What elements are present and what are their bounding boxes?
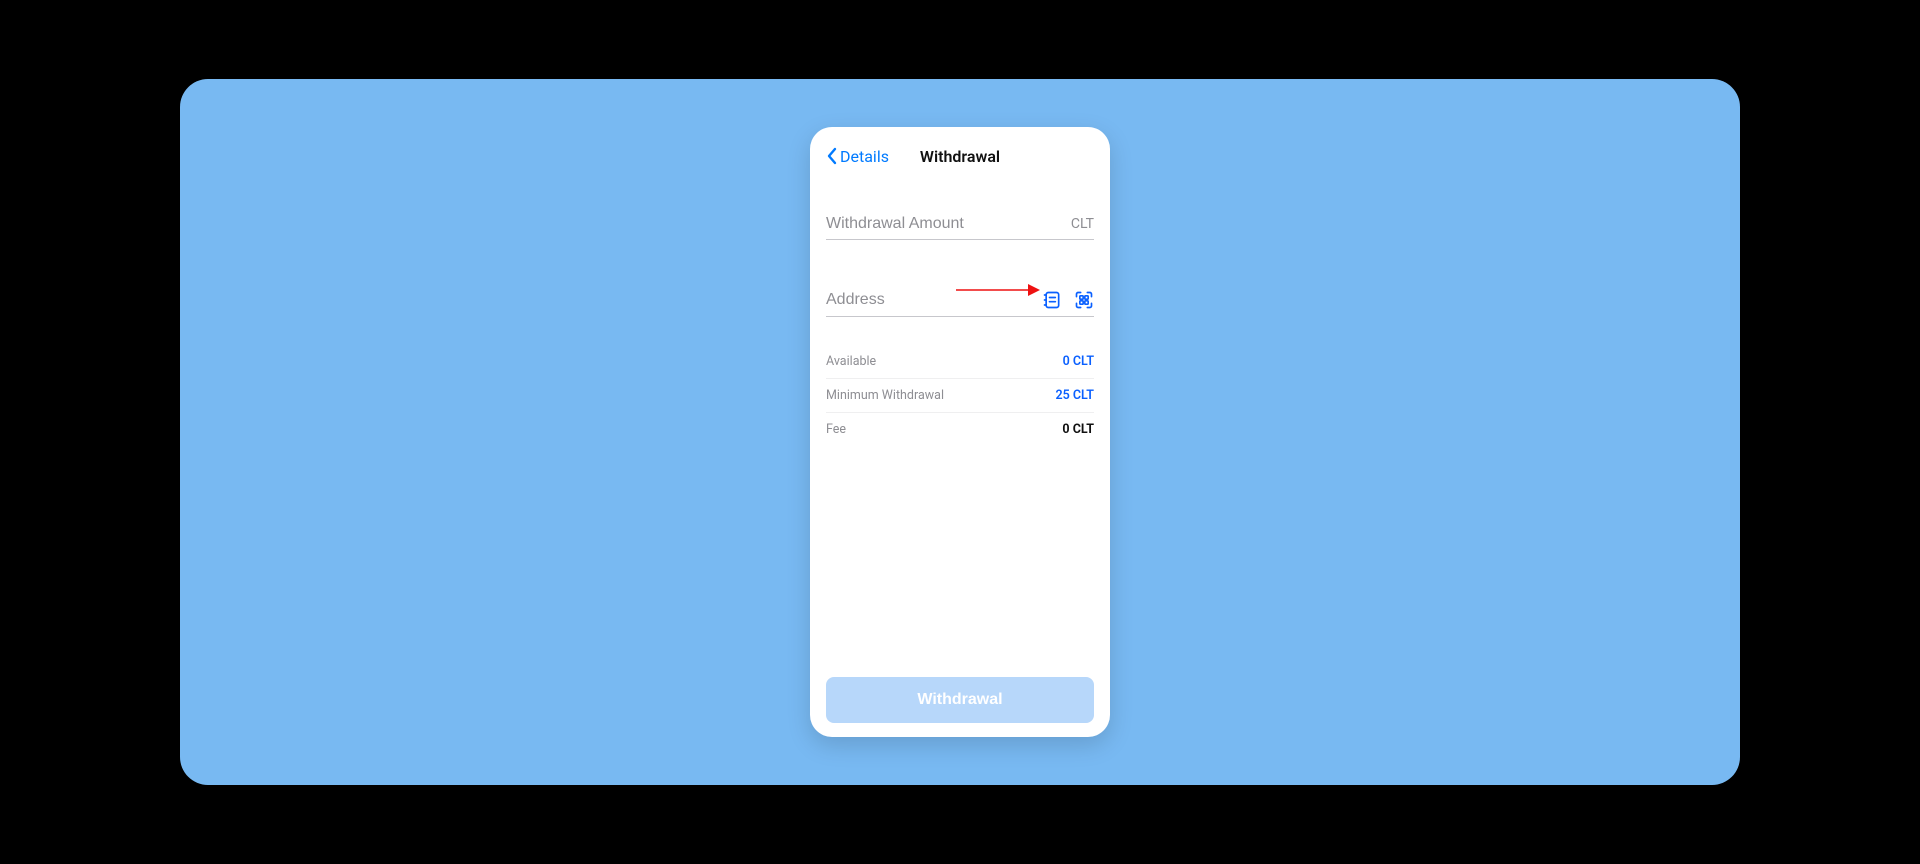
available-value: 0 CLT	[1063, 354, 1094, 369]
address-icons	[1042, 290, 1094, 310]
address-book-icon[interactable]	[1042, 290, 1062, 310]
chevron-left-icon	[826, 147, 838, 165]
minimum-label: Minimum Withdrawal	[826, 388, 944, 403]
info-list: Available 0 CLT Minimum Withdrawal 25 CL…	[826, 345, 1094, 446]
fee-label: Fee	[826, 422, 846, 437]
fee-value: 0 CLT	[1062, 422, 1094, 437]
qr-scan-icon[interactable]	[1074, 290, 1094, 310]
address-field[interactable]	[826, 290, 1094, 317]
available-label: Available	[826, 354, 876, 369]
address-input[interactable]	[826, 291, 1042, 309]
withdrawal-button[interactable]: Withdrawal	[826, 677, 1094, 723]
nav-bar: Details Withdrawal	[826, 141, 1094, 171]
page-title: Withdrawal	[920, 147, 1000, 166]
back-label: Details	[840, 147, 889, 166]
amount-input[interactable]	[826, 215, 1065, 233]
info-row-minimum: Minimum Withdrawal 25 CLT	[826, 379, 1094, 413]
phone-frame: Details Withdrawal CLT	[810, 127, 1110, 737]
background-card: Details Withdrawal CLT	[180, 79, 1740, 785]
amount-suffix: CLT	[1071, 216, 1094, 232]
minimum-value: 25 CLT	[1055, 388, 1094, 403]
back-button[interactable]: Details	[826, 147, 889, 166]
amount-field[interactable]: CLT	[826, 215, 1094, 240]
info-row-fee: Fee 0 CLT	[826, 413, 1094, 446]
info-row-available: Available 0 CLT	[826, 345, 1094, 379]
